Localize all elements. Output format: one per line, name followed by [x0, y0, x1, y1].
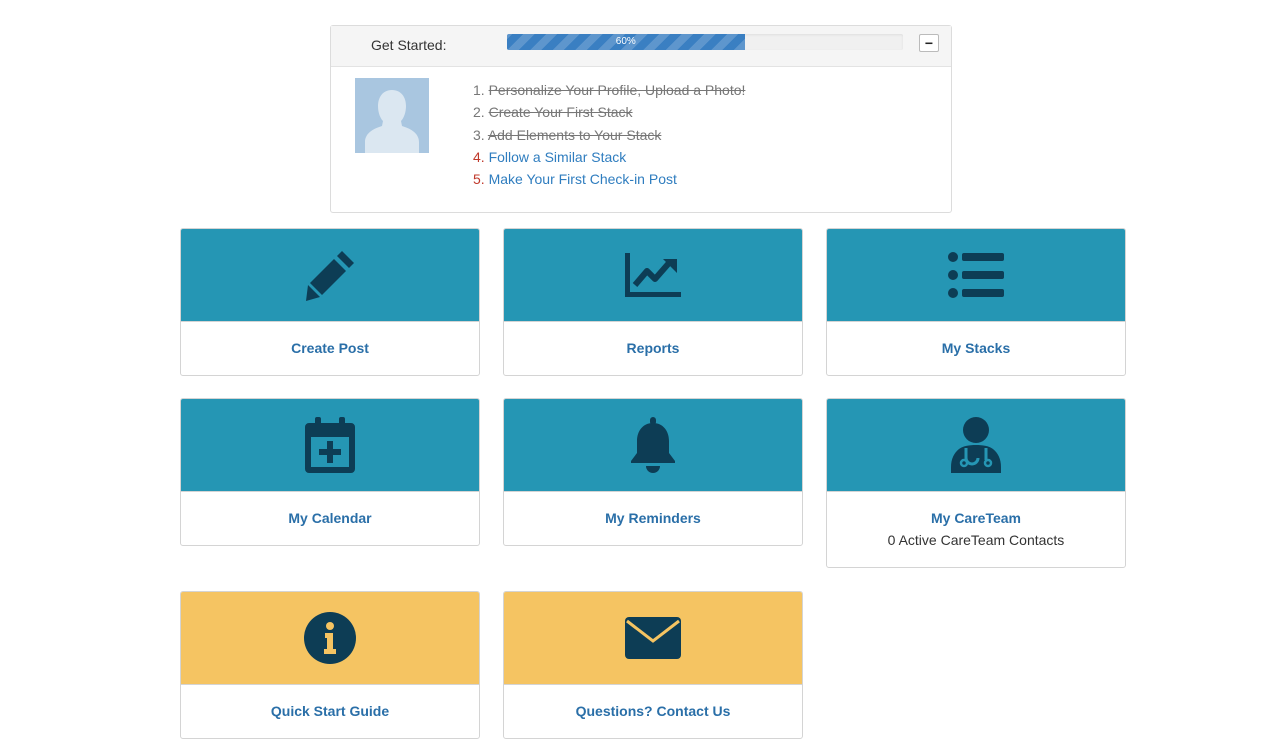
tile-label[interactable]: Reports — [504, 322, 802, 356]
quick-start-guide-tile[interactable]: Quick Start Guide — [180, 591, 480, 739]
step-link[interactable]: Follow a Similar Stack — [489, 149, 627, 165]
my-reminders-tile[interactable]: My Reminders — [503, 398, 803, 546]
doctor-icon — [951, 417, 1001, 473]
step-3: 3. Add Elements to Your Stack — [473, 126, 745, 148]
calendar-plus-icon — [305, 417, 355, 473]
tile-label-area: Create Post — [181, 321, 479, 356]
tile-label-area: Quick Start Guide — [181, 684, 479, 719]
tile-icon-area — [504, 399, 802, 491]
tile-label[interactable]: My Stacks — [827, 322, 1125, 356]
tile-icon-area — [827, 399, 1125, 491]
reports-tile[interactable]: Reports — [503, 228, 803, 376]
step-4: 4. Follow a Similar Stack — [473, 148, 745, 170]
careteam-count: 0 Active CareTeam Contacts — [887, 532, 1065, 548]
my-careteam-tile[interactable]: My CareTeam 0 Active CareTeam Contacts — [826, 398, 1126, 568]
get-started-steps: 1. Personalize Your Profile, Upload a Ph… — [473, 81, 745, 192]
my-stacks-tile[interactable]: My Stacks — [826, 228, 1126, 376]
create-post-tile[interactable]: Create Post — [180, 228, 480, 376]
my-calendar-tile[interactable]: My Calendar — [180, 398, 480, 546]
tile-label[interactable]: My Reminders — [504, 492, 802, 526]
chart-line-icon — [625, 253, 681, 297]
step-number: 3. — [473, 126, 485, 143]
info-icon — [304, 612, 356, 664]
get-started-panel: Get Started: 60% − 1. Personalize Your P… — [330, 25, 952, 213]
tile-label[interactable]: Questions? Contact Us — [504, 685, 802, 719]
step-link[interactable]: Personalize Your Profile, Upload a Photo… — [489, 82, 746, 98]
tile-icon-area — [504, 229, 802, 321]
tile-label[interactable]: Create Post — [181, 322, 479, 356]
envelope-icon — [625, 617, 681, 659]
progress-bar-fill: 60% — [507, 34, 745, 50]
tile-label-area: My CareTeam 0 Active CareTeam Contacts — [827, 491, 1125, 548]
step-number: 5. — [473, 171, 485, 188]
tile-label[interactable]: Quick Start Guide — [181, 685, 479, 719]
step-number: 2. — [473, 104, 485, 121]
tile-label[interactable]: My Calendar — [181, 492, 479, 526]
progress-bar: 60% — [507, 34, 903, 50]
step-link[interactable]: Add Elements to Your Stack — [488, 127, 662, 143]
tile-icon-area — [181, 592, 479, 684]
avatar[interactable] — [355, 78, 429, 153]
tile-icon-area — [504, 592, 802, 684]
tile-icon-area — [827, 229, 1125, 321]
collapse-button[interactable]: − — [919, 34, 939, 52]
bell-icon — [629, 417, 677, 473]
step-number: 4. — [473, 148, 485, 165]
tile-label-area: My Stacks — [827, 321, 1125, 356]
tile-icon-area — [181, 229, 479, 321]
step-number: 1. — [473, 82, 485, 98]
tile-label-area: My Reminders — [504, 491, 802, 526]
get-started-header: Get Started: 60% − — [331, 26, 951, 67]
profile-placeholder-icon — [355, 78, 429, 153]
tile-label-area: Questions? Contact Us — [504, 684, 802, 719]
get-started-title: Get Started: — [371, 37, 447, 53]
step-2: 2. Create Your First Stack — [473, 103, 745, 125]
tile-icon-area — [181, 399, 479, 491]
tile-label[interactable]: My CareTeam — [827, 492, 1125, 526]
tile-label-area: Reports — [504, 321, 802, 356]
list-icon — [948, 252, 1004, 298]
contact-us-tile[interactable]: Questions? Contact Us — [503, 591, 803, 739]
step-5: 5. Make Your First Check-in Post — [473, 170, 745, 192]
step-link[interactable]: Create Your First Stack — [489, 104, 633, 120]
tile-label-area: My Calendar — [181, 491, 479, 526]
step-link[interactable]: Make Your First Check-in Post — [489, 171, 677, 187]
pencil-icon — [302, 247, 358, 303]
step-1: 1. Personalize Your Profile, Upload a Ph… — [473, 81, 745, 103]
